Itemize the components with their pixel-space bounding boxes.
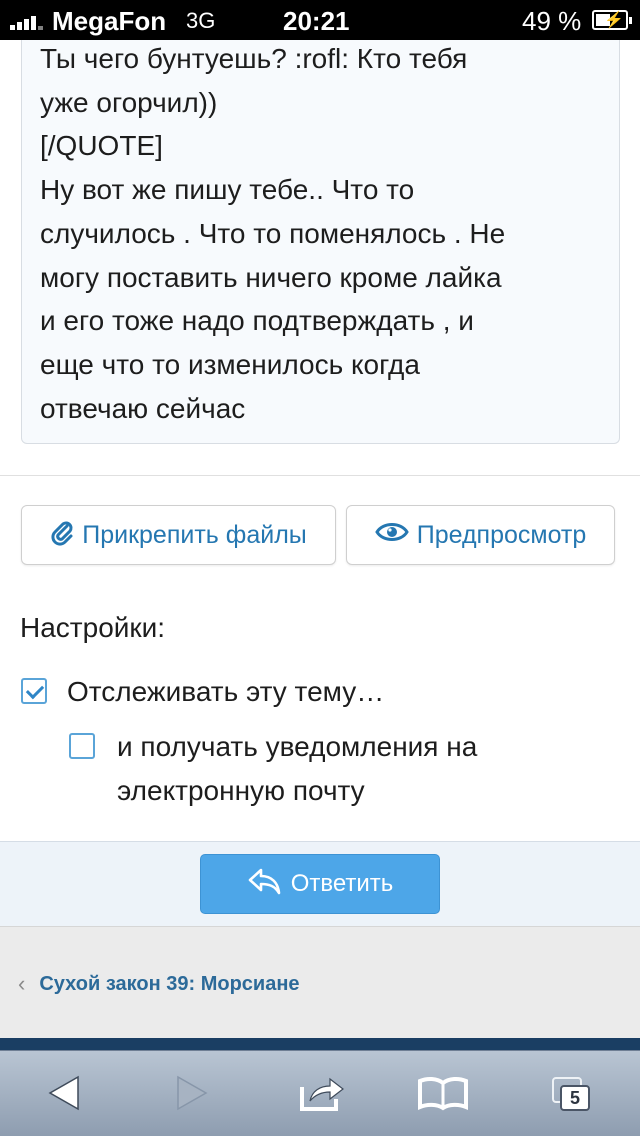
email-notify-label: и получать уведомления на электронную по…	[117, 725, 477, 813]
back-arrow-icon	[48, 1075, 79, 1111]
breadcrumb-label: Сухой закон 39: Морсиане	[39, 972, 300, 995]
status-bar: MegaFon 3G 20:21 49 % ⚡	[0, 0, 640, 40]
reply-label: Ответить	[290, 870, 394, 897]
editor-line: [/QUOTE]	[40, 130, 163, 162]
share-icon	[300, 1077, 344, 1111]
share-button[interactable]	[292, 1069, 352, 1117]
preview-button[interactable]: Предпросмотр	[346, 505, 615, 565]
editor-line: могу поставить ничего кроме лайка	[40, 261, 502, 293]
back-button[interactable]	[34, 1069, 94, 1117]
paperclip-icon	[50, 518, 74, 553]
email-notify-option[interactable]: и получать уведомления на электронную по…	[69, 725, 477, 813]
battery-icon: ⚡	[592, 10, 632, 30]
browser-toolbar: 5	[0, 1050, 640, 1136]
editor-line: Ну вот же пишу тебе.. Что то	[40, 174, 415, 206]
chevron-left-icon: ‹	[18, 971, 26, 996]
breadcrumb-link[interactable]: ‹ Сухой закон 39: Морсиане	[18, 971, 300, 997]
watch-thread-label: Отслеживать эту тему…	[67, 676, 385, 707]
message-editor[interactable]: Ты чего бунтуешь? :rofl: Кто тебя уже ог…	[21, 40, 620, 444]
editor-line: Ты чего бунтуешь? :rofl: Кто тебя	[40, 43, 468, 74]
email-notify-label-line: электронную почту	[117, 775, 365, 806]
battery-percentage: 49 %	[522, 6, 582, 36]
reply-button[interactable]: Ответить	[200, 854, 440, 914]
reply-arrow-icon	[247, 867, 283, 902]
divider	[0, 475, 640, 476]
editor-line: еще что то изменилось когда	[40, 348, 420, 380]
email-notify-label-line: и получать уведомления на	[117, 731, 478, 762]
charging-bolt-icon: ⚡	[604, 12, 624, 29]
email-notify-checkbox[interactable]	[69, 733, 95, 759]
attach-files-button[interactable]: Прикрепить файлы	[21, 505, 336, 565]
forward-button[interactable]	[162, 1069, 222, 1117]
signal-strength-icon	[10, 12, 46, 30]
editor-container: Ты чего бунтуешь? :rofl: Кто тебя уже ог…	[0, 40, 640, 476]
carrier-name: MegaFon	[52, 6, 167, 36]
editor-line: отвечаю сейчас	[40, 392, 246, 424]
settings-heading: Настройки:	[20, 612, 166, 643]
tab-count-badge: 5	[560, 1085, 590, 1111]
watch-thread-option[interactable]: Отслеживать эту тему…	[21, 670, 384, 714]
network-type: 3G	[186, 8, 216, 33]
tabs-button[interactable]: 5	[544, 1069, 604, 1117]
editor-line: случилось . Что то поменялось . Не	[40, 217, 506, 249]
bookmarks-button[interactable]	[413, 1069, 473, 1117]
clock: 20:21	[283, 6, 350, 36]
breadcrumb-bar: ‹ Сухой закон 39: Морсиане	[0, 926, 640, 1038]
editor-line: уже огорчил))	[40, 86, 218, 118]
watch-thread-checkbox[interactable]	[21, 678, 47, 704]
attach-files-label: Прикрепить файлы	[82, 520, 307, 549]
editor-line: и его тоже надо подтверждать , и	[40, 305, 474, 337]
footer-strip	[0, 1038, 640, 1050]
bookmarks-icon	[418, 1076, 468, 1111]
forward-arrow-icon	[177, 1075, 208, 1111]
eye-icon	[374, 520, 409, 551]
preview-label: Предпросмотр	[416, 520, 587, 549]
submit-bar: Ответить	[0, 841, 640, 926]
